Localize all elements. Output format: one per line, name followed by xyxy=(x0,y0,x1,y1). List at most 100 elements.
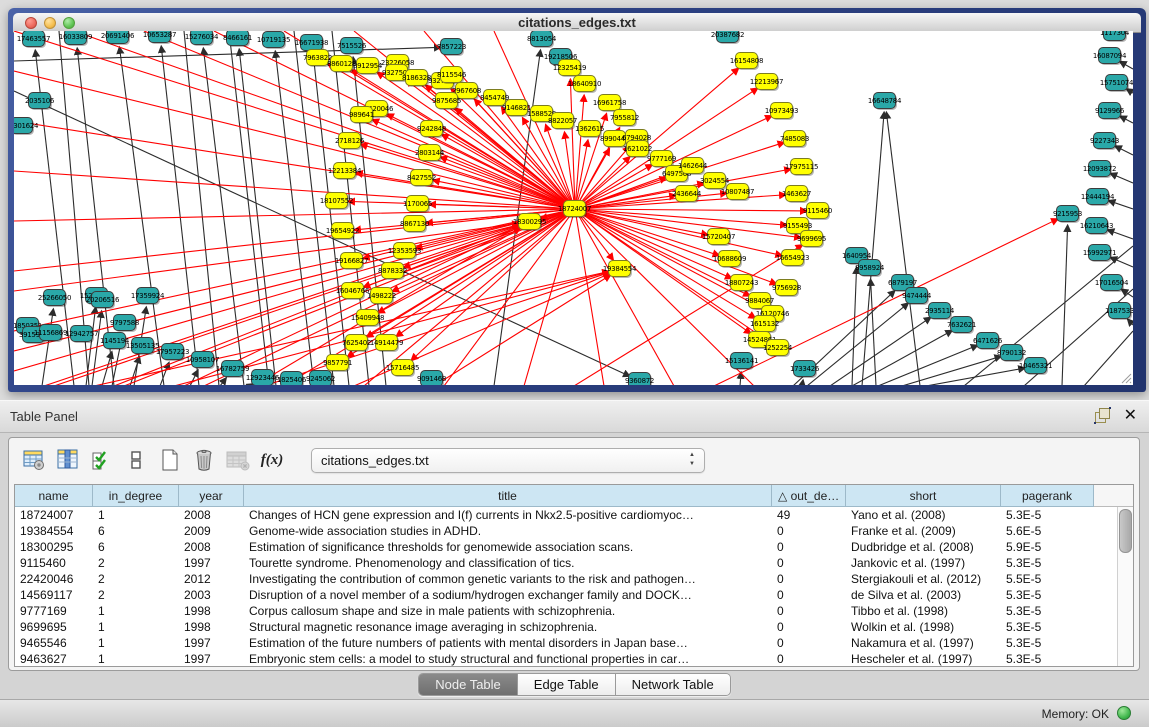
cited-node[interactable]: 989641 xyxy=(349,107,374,125)
cited-node[interactable]: 8867130 xyxy=(400,216,429,234)
close-panel-icon[interactable]: ✕ xyxy=(1124,409,1137,423)
table-select-dropdown[interactable]: citations_edges.txt ▲▼ xyxy=(311,448,705,473)
cell-out_de[interactable]: 0 xyxy=(772,571,846,587)
citation-edge-black[interactable] xyxy=(1120,61,1133,69)
node[interactable]: 7515526 xyxy=(337,38,367,56)
cited-node[interactable]: 9115460 xyxy=(803,203,832,221)
node[interactable]: 1117304 xyxy=(1100,31,1130,42)
row-height-icon[interactable] xyxy=(123,447,149,473)
node[interactable]: 10958107 xyxy=(186,352,219,370)
cell-in_degree[interactable]: 1 xyxy=(93,635,179,651)
cell-in_degree[interactable]: 6 xyxy=(93,539,179,555)
node[interactable]: 7632621 xyxy=(947,317,976,335)
node[interactable]: 16033809 xyxy=(59,31,92,46)
table-row[interactable]: 1872400712008Changes of HCN gene express… xyxy=(15,507,1133,523)
cited-node[interactable]: 8427552 xyxy=(407,170,436,188)
cell-title[interactable]: Structural magnetic resonance image aver… xyxy=(244,619,772,635)
cell-title[interactable]: Disruption of a novel member of a sodium… xyxy=(244,587,772,603)
node[interactable]: 8466161 xyxy=(223,31,252,47)
cell-pagerank[interactable]: 5.3E-5 xyxy=(1001,603,1094,619)
cell-title[interactable]: Tourette syndrome. Phenomenology and cla… xyxy=(244,555,772,571)
cited-node[interactable]: 9242848 xyxy=(417,121,446,139)
cited-node[interactable]: 7625402 xyxy=(342,335,371,353)
cell-title[interactable]: Estimation of significance thresholds fo… xyxy=(244,539,772,555)
cell-title[interactable]: Genome-wide association studies in ADHD. xyxy=(244,523,772,539)
citation-edge-black[interactable] xyxy=(42,309,53,385)
cited-node[interactable]: 7485083 xyxy=(780,131,809,149)
cell-short[interactable]: de Silva et al. (2003) xyxy=(846,587,1001,603)
node[interactable]: 9215953 xyxy=(1053,206,1082,224)
cited-node[interactable]: 8186328 xyxy=(402,70,431,88)
cited-node[interactable]: 2436644 xyxy=(672,186,702,204)
table-row[interactable]: 977716911998Corpus callosum shape and si… xyxy=(15,603,1133,619)
cell-title[interactable]: Investigating the contribution of common… xyxy=(244,571,772,587)
cited-node[interactable]: 9756928 xyxy=(772,280,801,298)
node[interactable]: 17359924 xyxy=(131,288,165,306)
cell-out_de[interactable]: 0 xyxy=(772,523,846,539)
cell-title[interactable]: Embryonic stem cells: a model to study s… xyxy=(244,651,772,667)
cell-short[interactable]: Dudbridge et al. (2008) xyxy=(846,539,1001,555)
vertical-scrollbar[interactable] xyxy=(1117,507,1133,666)
cell-out_de[interactable]: 0 xyxy=(772,635,846,651)
citation-edge-red[interactable] xyxy=(264,272,610,385)
cited-node[interactable]: 8860128 xyxy=(327,56,356,74)
table-settings-icon[interactable] xyxy=(21,447,47,473)
cell-pagerank[interactable]: 5.3E-5 xyxy=(1001,651,1094,667)
column-header-name[interactable]: name xyxy=(15,485,93,507)
node[interactable]: 10465321 xyxy=(1019,358,1052,376)
citation-edge-black[interactable] xyxy=(1108,201,1133,209)
node[interactable]: 12093872 xyxy=(1083,161,1116,179)
cell-year[interactable]: 1997 xyxy=(179,555,244,571)
function-builder-icon[interactable]: f(x) xyxy=(259,447,285,473)
node[interactable]: 15276034 xyxy=(185,31,219,46)
citation-edge-black[interactable] xyxy=(1084,331,1133,385)
node[interactable]: 15992971 xyxy=(1083,245,1116,263)
cell-year[interactable]: 2009 xyxy=(179,523,244,539)
citation-edge-black[interactable] xyxy=(807,303,908,385)
cited-node[interactable]: 1170065 xyxy=(403,196,432,214)
cell-name[interactable]: 19384554 xyxy=(15,523,93,539)
cell-year[interactable]: 2008 xyxy=(179,539,244,555)
citation-edge-red[interactable] xyxy=(372,119,575,209)
cell-short[interactable]: Franke et al. (2009) xyxy=(846,523,1001,539)
cited-node[interactable]: 12353593 xyxy=(388,243,421,261)
cell-year[interactable]: 1998 xyxy=(179,603,244,619)
cell-in_degree[interactable]: 2 xyxy=(93,571,179,587)
cited-node[interactable]: 7955812 xyxy=(610,110,639,128)
node[interactable]: 15136141 xyxy=(725,353,758,371)
cell-short[interactable]: Yano et al. (2008) xyxy=(846,507,1001,523)
cell-out_de[interactable]: 0 xyxy=(772,555,846,571)
cited-node[interactable]: 18107552 xyxy=(320,193,353,211)
cell-short[interactable]: Jankovic et al. (1997) xyxy=(846,555,1001,571)
node[interactable]: 2935114 xyxy=(925,303,955,321)
node[interactable]: 2035106 xyxy=(25,93,55,111)
citation-edge-black[interactable] xyxy=(1127,319,1133,325)
citation-edge-red[interactable] xyxy=(575,209,807,211)
cell-title[interactable]: Corpus callosum shape and size in male p… xyxy=(244,603,772,619)
cell-short[interactable]: Hescheler et al. (1997) xyxy=(846,651,1001,667)
node[interactable]: 9091468 xyxy=(417,371,446,386)
node[interactable]: 10653287 xyxy=(143,31,176,44)
cited-node[interactable]: 1615132 xyxy=(750,316,779,334)
citation-edge-red[interactable] xyxy=(44,226,520,385)
cell-year[interactable]: 1997 xyxy=(179,651,244,667)
citation-edge-black[interactable] xyxy=(1115,146,1133,155)
node[interactable]: 1187533 xyxy=(1105,303,1133,321)
node[interactable]: 16782759 xyxy=(216,361,249,379)
cell-out_de[interactable]: 0 xyxy=(772,587,846,603)
node[interactable]: 9797588 xyxy=(110,315,139,333)
citation-edge-black[interactable] xyxy=(220,378,226,385)
cell-out_de[interactable]: 0 xyxy=(772,603,846,619)
cell-title[interactable]: Estimation of the future numbers of pati… xyxy=(244,635,772,651)
node[interactable]: 8790132 xyxy=(997,345,1026,363)
cited-node[interactable]: 8878332 xyxy=(378,263,407,281)
cell-pagerank[interactable]: 5.3E-5 xyxy=(1001,555,1094,571)
node[interactable]: 12444194 xyxy=(1081,189,1115,207)
cited-node[interactable]: 12213967 xyxy=(750,74,783,92)
node[interactable]: 10719135 xyxy=(257,32,290,50)
node[interactable]: 9227343 xyxy=(1090,133,1119,151)
column-header-out_de[interactable]: △ out_de… xyxy=(772,485,846,507)
citation-edge-black[interactable] xyxy=(1120,116,1133,123)
cell-pagerank[interactable]: 5.6E-5 xyxy=(1001,523,1094,539)
zoom-window-icon[interactable] xyxy=(63,17,75,29)
